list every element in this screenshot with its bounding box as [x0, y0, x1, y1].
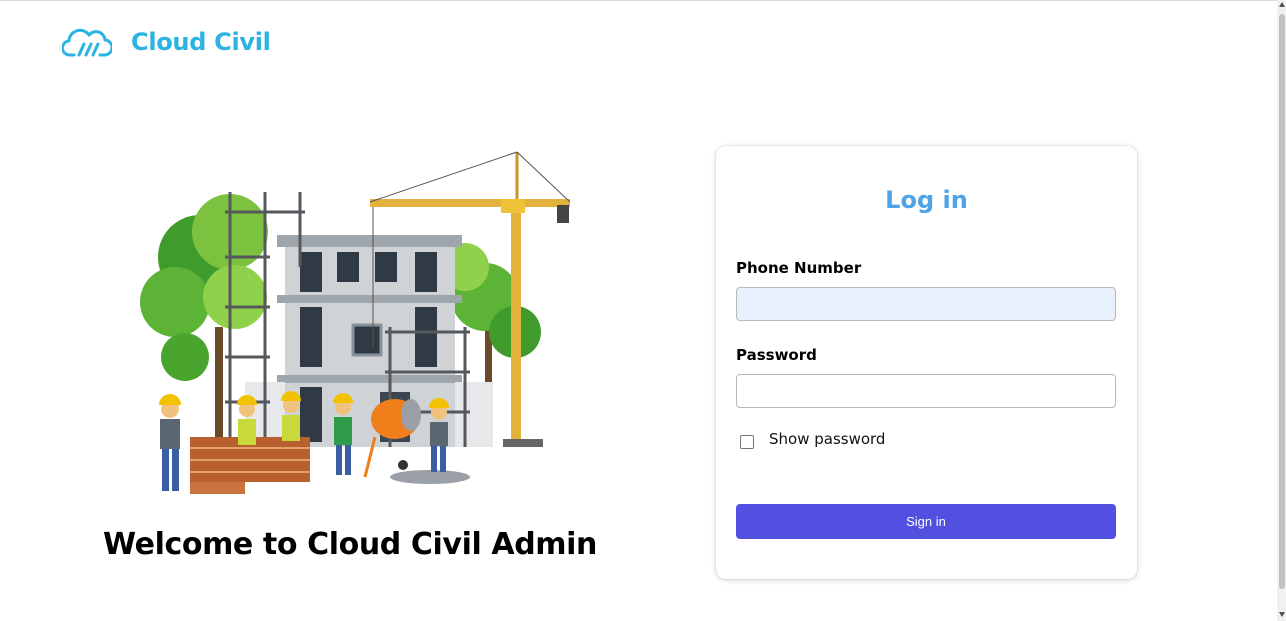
phone-number-label: Phone Number	[736, 259, 862, 277]
brand[interactable]: Cloud Civil	[62, 26, 271, 58]
show-password-checkbox[interactable]	[740, 435, 754, 449]
login-card: Log in Phone Number Password Show passwo…	[716, 146, 1137, 579]
welcome-heading: Welcome to Cloud Civil Admin	[103, 527, 597, 562]
password-label: Password	[736, 346, 817, 364]
scroll-up-arrow-icon[interactable]	[1279, 2, 1285, 7]
scroll-down-arrow-icon[interactable]	[1279, 612, 1285, 617]
building-construction-illustration	[140, 151, 571, 494]
brand-name: Cloud Civil	[131, 28, 271, 56]
cloud-bars-icon	[62, 28, 112, 57]
login-title: Log in	[885, 186, 968, 214]
scrollbar-thumb[interactable]	[1279, 14, 1285, 589]
phone-number-input[interactable]	[736, 287, 1116, 321]
show-password-label[interactable]: Show password	[769, 430, 885, 448]
show-password-row[interactable]: Show password	[740, 429, 885, 449]
top-border	[0, 0, 1286, 1]
sign-in-button[interactable]: Sign in	[736, 504, 1116, 539]
password-input[interactable]	[736, 374, 1116, 408]
brick-wall	[190, 437, 310, 494]
